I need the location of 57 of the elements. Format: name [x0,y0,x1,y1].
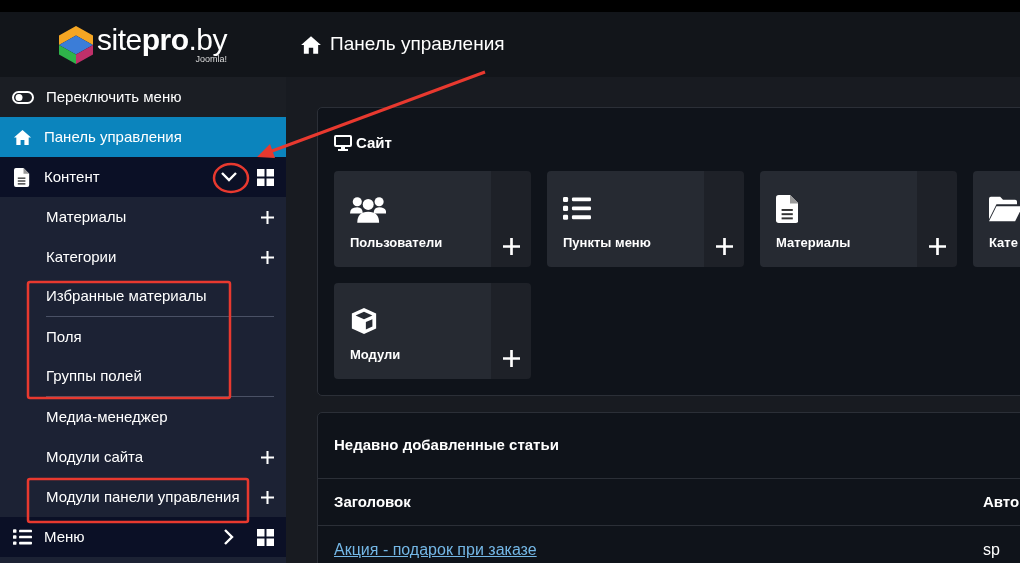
list-icon [12,527,32,547]
add-icon[interactable] [261,450,274,464]
sidebar-item-label: Панель управления [44,126,183,147]
module-tile[interactable]: Пункты меню [547,170,704,267]
card-title: Недавно добавленные статьи [334,435,559,456]
module-tile[interactable]: Модули [334,282,491,379]
plus-icon [715,237,733,255]
highlight-circle [212,162,250,194]
logo-subtitle: Joomla! [195,55,227,64]
submenu-item[interactable]: Модули панели управления [46,477,274,517]
submenu-item[interactable]: Избранные материалы [46,277,274,317]
article-link[interactable]: Акция - подарок при заказе [334,541,537,558]
add-icon[interactable] [261,210,274,224]
sidebar-item[interactable]: Меню [0,517,286,557]
sidebar-item[interactable]: Панель управления [0,117,286,157]
module-tile[interactable]: Материалы [760,170,917,267]
logo-wordmark: sitepro.by [96,25,227,55]
submenu-item[interactable]: Категории [46,237,274,277]
grid-icon[interactable] [257,168,274,186]
cube-icon [350,307,378,335]
submenu-item[interactable]: Медиа-менеджер [46,397,274,437]
card-title: Сайт [356,133,392,153]
list-icon [563,195,591,223]
users-icon [350,195,387,223]
chevron-down-icon[interactable] [221,172,237,182]
add-tile-button[interactable] [491,282,531,379]
plus-icon [502,237,520,255]
sidebar-item-label: Контент [44,166,101,187]
page-title: Панель управления [330,32,505,57]
folder-icon [989,195,1020,223]
hexagon-logo-icon [58,25,93,64]
chevron-right-icon[interactable] [224,529,234,545]
sidebar-item-label: Меню [44,526,86,547]
submenu-item[interactable]: Поля [46,317,274,357]
grid-icon[interactable] [257,528,274,546]
document-icon [776,195,799,223]
module-tile[interactable]: Пользователи [334,170,491,267]
table-cell-text: sp [983,540,1000,560]
submenu-item[interactable]: Группы полей [46,357,274,397]
add-icon[interactable] [261,490,274,504]
add-icon[interactable] [261,250,274,264]
toggle-menu-item[interactable]: Переключить меню [0,77,286,117]
module-tile[interactable]: Кате [973,170,1020,267]
monitor-icon [334,135,352,152]
add-tile-button[interactable] [491,170,531,267]
column-header: Авто [983,491,1020,512]
add-tile-button[interactable] [704,170,744,267]
sidebar-item[interactable]: Контент [0,157,286,197]
submenu-item[interactable]: Модули сайта [46,437,274,477]
column-header: Заголовок [334,491,412,512]
plus-icon [928,237,946,255]
add-tile-button[interactable] [917,170,957,267]
toggle-icon [12,90,34,104]
document-icon [14,167,30,187]
plus-icon [502,349,520,367]
home-icon [12,127,32,147]
submenu-item[interactable]: Материалы [46,197,274,237]
